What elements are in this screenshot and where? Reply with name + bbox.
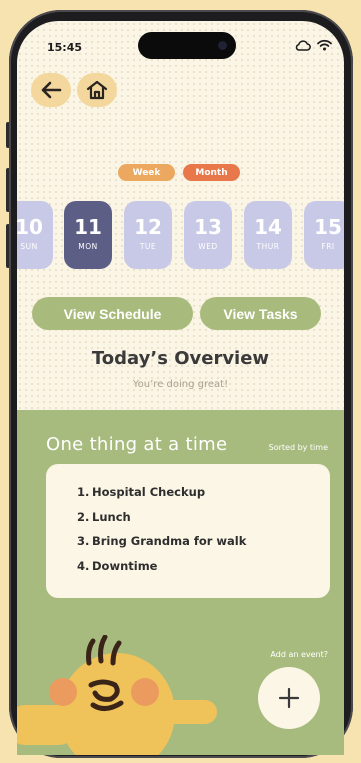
task-list-card: 1. Hospital Checkup 2. Lunch 3. Bring Gr… [46, 464, 330, 598]
day-number: 11 [74, 215, 102, 239]
day-mon[interactable]: 11 MON [64, 201, 112, 269]
task-panel: One thing at a time Sorted by time 1. Ho… [17, 410, 344, 755]
status-bar: 15:45 [17, 21, 344, 71]
day-name: TUE [139, 242, 157, 251]
list-item-index: 2. [77, 509, 90, 524]
week-toggle[interactable]: Week [118, 164, 175, 181]
list-item-index: 1. [77, 485, 90, 499]
day-number: 12 [134, 215, 162, 239]
list-item[interactable]: 3. Bring Grandma for walk [77, 534, 330, 559]
day-name: THUR [256, 242, 280, 251]
day-number: 13 [194, 215, 222, 239]
home-button[interactable] [77, 73, 117, 107]
sort-label[interactable]: Sorted by time [269, 443, 328, 452]
list-item[interactable]: 2. Lunch [77, 510, 330, 535]
day-tue[interactable]: 12 TUE [124, 201, 172, 269]
add-event-label: Add an event? [270, 650, 328, 659]
day-number: 10 [17, 215, 43, 239]
list-item[interactable]: 4. Downtime [77, 559, 330, 584]
day-sun[interactable]: 10 SUN [17, 201, 53, 269]
camera-icon [218, 41, 227, 50]
mascot-illustration [17, 635, 217, 755]
cloud-icon [295, 40, 311, 51]
back-button[interactable] [31, 73, 71, 107]
app-screen: 15:45 Week Month 10 SUN 11 MON 12 TUE 13… [17, 21, 344, 755]
view-tasks-button[interactable]: View Tasks [200, 297, 321, 330]
list-item-label: Downtime [92, 558, 158, 573]
day-name: FRI [321, 242, 335, 251]
overview-title: Today’s Overview [91, 348, 270, 369]
day-number: 15 [314, 215, 342, 239]
day-thur[interactable]: 14 THUR [244, 201, 292, 269]
day-wed[interactable]: 13 WED [184, 201, 232, 269]
month-toggle[interactable]: Month [183, 164, 240, 181]
list-item-index: 3. [77, 534, 90, 548]
wifi-icon [317, 39, 332, 51]
view-schedule-button[interactable]: View Schedule [32, 297, 193, 330]
list-item-label: Hospital Checkup [92, 485, 206, 499]
list-item-index: 4. [77, 558, 90, 573]
list-item[interactable]: 1. Hospital Checkup [77, 485, 330, 510]
list-item-label: Lunch [92, 509, 131, 524]
day-name: WED [198, 242, 218, 251]
day-number: 14 [254, 215, 282, 239]
day-name: SUN [20, 242, 38, 251]
day-name: MON [78, 242, 98, 251]
home-icon [86, 80, 108, 100]
plus-icon [278, 687, 300, 709]
overview-subtitle: You’re doing great! [132, 379, 229, 390]
status-icons [294, 39, 332, 51]
panel-title: One thing at a time [46, 434, 228, 455]
arrow-left-icon [41, 81, 62, 99]
phone-frame: 15:45 Week Month 10 SUN 11 MON 12 TUE 13… [9, 10, 353, 758]
status-time: 15:45 [47, 41, 83, 54]
list-item-label: Bring Grandma for walk [92, 534, 247, 548]
day-selector: 10 SUN 11 MON 12 TUE 13 WED 14 THUR 15 F… [17, 201, 344, 273]
day-fri[interactable]: 15 FRI [304, 201, 344, 269]
add-event-button[interactable] [258, 667, 320, 729]
dynamic-island [138, 32, 236, 59]
